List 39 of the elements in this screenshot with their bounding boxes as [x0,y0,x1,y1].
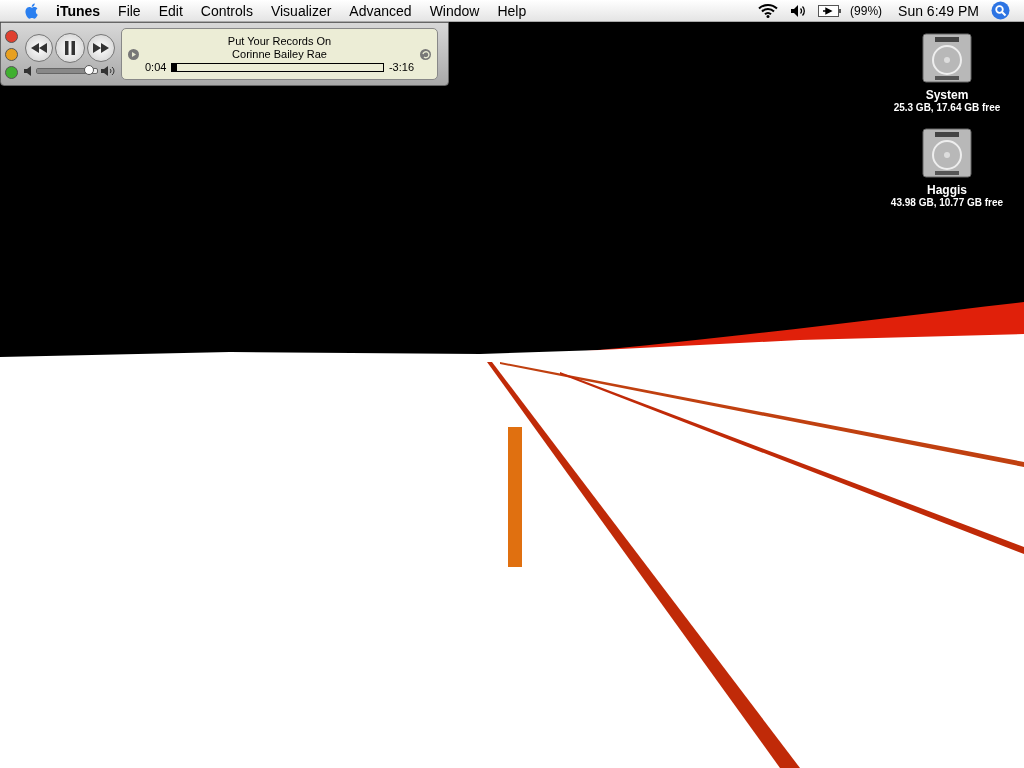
hard-drive-icon[interactable] [921,32,973,84]
previous-button[interactable] [24,33,53,62]
drive-info: 25.3 GB, 17.64 GB free [893,102,1001,113]
menu-item[interactable]: Help [488,2,536,19]
remaining-time: -3:16 [388,60,414,74]
wifi-icon[interactable] [758,3,779,18]
volume-low-icon [24,65,33,76]
menu-item[interactable]: Advanced [340,2,421,19]
volume-high-icon [101,65,115,76]
menu-item[interactable]: Window [420,2,489,19]
next-button[interactable] [86,33,115,62]
menu-clock[interactable]: Sun 6:49 PM [892,2,985,19]
zoom-button[interactable] [5,65,18,79]
menu-item[interactable]: Edit [149,2,192,19]
elapsed-time: 0:04 [145,60,167,74]
fast-forward-icon [92,42,109,53]
menu-item[interactable]: Visualizer [261,2,341,19]
rewind-icon [30,42,47,53]
song-title: Put Your Records On [227,34,332,48]
progress-bar[interactable] [171,62,384,72]
play-pause-button[interactable] [54,32,85,63]
drive-name: System [925,88,969,102]
battery-icon[interactable] [818,4,843,17]
volume-icon[interactable] [790,3,807,18]
menu-item[interactable]: File [109,2,150,19]
play-circle-icon[interactable] [128,48,139,60]
volume-slider[interactable] [36,67,98,74]
minimize-button[interactable] [5,47,18,61]
drive-name: Haggis [927,183,967,197]
app-menu[interactable]: iTunes [47,2,110,19]
battery-percentage: (99%) [849,3,884,18]
drive-info: 43.98 GB, 10.77 GB free [890,197,1004,208]
back-arrow-icon[interactable] [420,48,431,60]
close-button[interactable] [5,29,18,43]
search-icon[interactable] [991,1,1010,20]
pause-icon [63,40,76,55]
artist-name: Corinne Bailey Rae [232,47,327,61]
hard-drive-icon[interactable] [921,127,973,179]
menu-item[interactable]: Controls [191,2,262,19]
